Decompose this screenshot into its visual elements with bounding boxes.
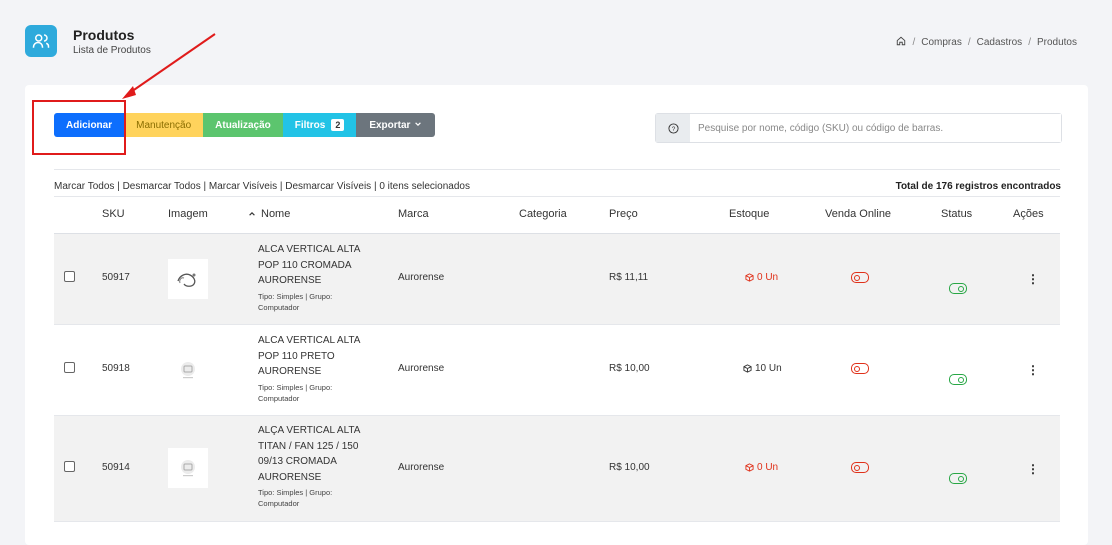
export-button[interactable]: Exportar	[356, 113, 436, 137]
filters-count-badge: 2	[331, 119, 345, 131]
product-name-cell: ALÇA VERTICAL ALTA TITAN / FAN 125 / 150…	[258, 423, 388, 509]
column-status[interactable]: Status	[941, 208, 972, 220]
home-icon[interactable]	[896, 36, 906, 49]
column-sku[interactable]: SKU	[102, 208, 125, 220]
product-name[interactable]: ALÇA VERTICAL ALTA TITAN / FAN 125 / 150…	[258, 423, 388, 485]
page-subtitle: Lista de Produtos	[73, 45, 151, 56]
mark-visible-link[interactable]: Marcar Visíveis	[209, 181, 277, 192]
breadcrumb: / Compras / Cadastros / Produtos	[896, 36, 1077, 49]
breadcrumb-separator: /	[912, 37, 916, 48]
chevron-down-icon	[414, 120, 422, 131]
filters-button[interactable]: Filtros 2	[282, 113, 357, 137]
mark-all-link[interactable]: Marcar Todos	[54, 181, 114, 192]
status-toggle[interactable]	[949, 473, 967, 484]
page-title: Produtos	[73, 27, 135, 43]
export-label: Exportar	[369, 119, 411, 131]
online-sale-toggle[interactable]	[851, 272, 869, 283]
unmark-all-link[interactable]: Desmarcar Todos	[123, 181, 201, 192]
column-stock[interactable]: Estoque	[729, 208, 769, 220]
product-image-placeholder	[168, 448, 208, 488]
row-checkbox[interactable]	[64, 362, 75, 373]
search-box: ?	[655, 113, 1062, 143]
selection-links: Marcar Todos | Desmarcar Todos | Marcar …	[54, 181, 470, 192]
column-brand[interactable]: Marca	[398, 208, 429, 220]
column-price[interactable]: Preço	[609, 208, 638, 220]
column-image: Imagem	[168, 208, 208, 220]
annotation-highlight-box	[32, 100, 126, 155]
product-meta: Tipo: Simples | Grupo: Computador	[258, 488, 333, 508]
row-price: R$ 10,00	[609, 363, 650, 374]
more-actions-icon[interactable]: ⋮	[1027, 273, 1039, 285]
total-records: Total de 176 registros encontrados	[895, 181, 1061, 192]
product-meta: Tipo: Simples | Grupo: Computador	[258, 291, 333, 312]
more-actions-icon[interactable]: ⋮	[1027, 463, 1039, 475]
svg-text:?: ?	[671, 125, 675, 132]
row-sku: 50917	[102, 272, 130, 283]
products-table: SKU Imagem Nome Marca Categoria Preço Es…	[54, 196, 1060, 522]
table-row[interactable]: 50918 ALCA VERTICAL ALTA POP 110 PRETO A…	[54, 325, 1060, 416]
online-sale-toggle[interactable]	[851, 462, 869, 473]
product-image-placeholder	[168, 350, 208, 390]
update-button[interactable]: Atualização	[203, 113, 283, 137]
product-name-cell: ALCA VERTICAL ALTA POP 110 CROMADA AUROR…	[258, 242, 388, 313]
maintenance-button[interactable]: Manutenção	[124, 113, 204, 137]
product-name-cell: ALCA VERTICAL ALTA POP 110 PRETO AUROREN…	[258, 333, 388, 404]
row-price: R$ 10,00	[609, 462, 650, 473]
table-row[interactable]: 50914 ALÇA VERTICAL ALTA TITAN / FAN 125…	[54, 416, 1060, 522]
users-icon	[25, 25, 57, 57]
column-name-label: Nome	[261, 208, 291, 220]
help-icon[interactable]: ?	[656, 114, 690, 142]
box-icon	[745, 273, 754, 282]
row-checkbox[interactable]	[64, 461, 75, 472]
row-stock: 0 Un	[745, 462, 778, 473]
column-name[interactable]: Nome	[248, 208, 290, 220]
row-price: R$ 11,11	[609, 272, 649, 283]
more-actions-icon[interactable]: ⋮	[1027, 364, 1039, 376]
row-stock: 0 Un	[745, 272, 778, 283]
column-actions: Ações	[1013, 208, 1044, 220]
row-sku: 50918	[102, 363, 130, 374]
divider	[54, 169, 1060, 170]
row-brand: Aurorense	[398, 462, 445, 473]
row-brand: Aurorense	[398, 272, 445, 283]
online-sale-toggle[interactable]	[851, 363, 869, 374]
product-image	[168, 259, 208, 299]
breadcrumb-item-cadastros[interactable]: Cadastros	[977, 37, 1023, 48]
product-meta: Tipo: Simples | Grupo: Computador	[258, 382, 333, 403]
column-online-sale[interactable]: Venda Online	[825, 208, 891, 220]
row-sku: 50914	[102, 462, 130, 473]
box-icon	[743, 364, 752, 373]
breadcrumb-item-produtos: Produtos	[1036, 37, 1077, 48]
row-brand: Aurorense	[398, 363, 445, 374]
row-checkbox[interactable]	[64, 271, 75, 282]
product-name[interactable]: ALCA VERTICAL ALTA POP 110 CROMADA AUROR…	[258, 242, 388, 289]
product-name[interactable]: ALCA VERTICAL ALTA POP 110 PRETO AUROREN…	[258, 333, 388, 380]
status-toggle[interactable]	[949, 283, 967, 294]
breadcrumb-item-compras[interactable]: Compras	[921, 37, 962, 48]
column-category[interactable]: Categoria	[519, 208, 567, 220]
status-toggle[interactable]	[949, 374, 967, 385]
search-input[interactable]	[690, 114, 1061, 142]
box-icon	[745, 463, 754, 472]
table-header: SKU Imagem Nome Marca Categoria Preço Es…	[54, 196, 1060, 234]
unmark-visible-link[interactable]: Desmarcar Visíveis	[285, 181, 371, 192]
selected-count: 0 itens selecionados	[379, 181, 470, 192]
sort-up-icon	[249, 212, 255, 216]
breadcrumb-separator: /	[1028, 37, 1031, 48]
filters-label: Filtros	[294, 119, 326, 131]
breadcrumb-separator: /	[967, 37, 971, 48]
table-row[interactable]: 50917 ALCA VERTICAL ALTA POP 110 CROMADA…	[54, 234, 1060, 325]
row-stock: 10 Un	[743, 363, 782, 374]
